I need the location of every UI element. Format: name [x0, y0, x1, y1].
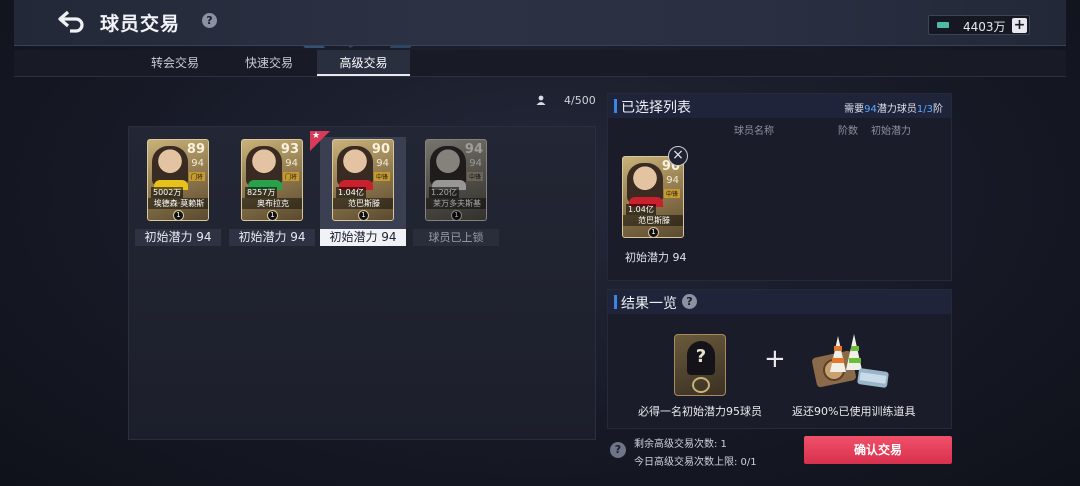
potential-rating: 94	[469, 158, 482, 169]
level-badge: 1	[648, 227, 659, 237]
accent-bar	[614, 99, 617, 113]
player-slot-selected[interactable]: ★ 90 94 中锋 1.04亿 范巴斯滕 1 初始潜力 94	[310, 131, 406, 246]
top-bar: 球员交易 ? 4403万 +	[14, 0, 1066, 46]
roster-count-value: 4/500	[564, 94, 596, 107]
roster-count: 4/500	[536, 94, 596, 107]
position-badge: 中锋	[373, 172, 390, 181]
level-badge: 1	[358, 210, 369, 220]
column-header-potential: 初始潜力	[871, 126, 911, 137]
position-badge: 门将	[188, 172, 205, 181]
help-icon[interactable]: ?	[610, 442, 626, 458]
player-card-holder: 94 94 中锋 1.20亿 莱万多夫斯基 1	[413, 137, 499, 229]
player-value: 5002万	[151, 187, 184, 198]
potential-rating: 94	[285, 158, 298, 169]
overall-rating: 93	[280, 142, 299, 157]
requirement-text: 需要94潜力球员1/3阶	[844, 104, 943, 115]
add-currency-button[interactable]: +	[1012, 18, 1027, 33]
selected-player[interactable]: 90 94 中锋 1.04亿 范巴斯滕 1	[622, 156, 686, 252]
player-slot[interactable]: 89 94 门将 5002万 埃德森·莫赖斯 1 初始潜力 94	[135, 137, 221, 246]
plus-icon: +	[764, 344, 786, 374]
trade-tabs: 转会交易 快速交易 高级交易	[14, 50, 1066, 77]
panel-header: 结果一览 ?	[608, 290, 951, 314]
favorite-star-icon: ★	[310, 131, 330, 151]
player-slot-panel: 89 94 门将 5002万 埃德森·莫赖斯 1 初始潜力 94 93 94 门…	[128, 126, 596, 440]
reward-label: 必得一名初始潜力95球员	[638, 405, 762, 418]
player-card-holder: ★ 90 94 中锋 1.04亿 范巴斯滕 1	[310, 131, 406, 229]
back-arrow-icon[interactable]	[58, 8, 86, 34]
player-name: 范巴斯滕	[623, 215, 683, 226]
remaining-trades-text: 剩余高级交易次数: 1	[634, 439, 727, 450]
player-card[interactable]: 89 94 门将 5002万 埃德森·莫赖斯 1	[147, 139, 209, 221]
mystery-silhouette-icon: ?	[687, 341, 715, 375]
level-badge: 1	[173, 210, 184, 220]
position-badge: 门将	[282, 172, 299, 181]
tab-quick-trade[interactable]: 快速交易	[218, 50, 320, 76]
potential-rating: 94	[191, 158, 204, 169]
player-name: 奥布拉克	[242, 198, 302, 209]
level-badge: 1	[451, 210, 462, 220]
refund-label: 返还90%已使用训练道具	[792, 405, 916, 418]
help-icon[interactable]: ?	[202, 13, 217, 28]
initial-potential-label: 初始潜力 94	[320, 229, 406, 246]
potential-rating: 94	[666, 175, 679, 186]
player-card[interactable]: 90 94 中锋 1.04亿 范巴斯滕 1	[622, 156, 684, 238]
player-name: 范巴斯滕	[333, 198, 393, 209]
initial-potential-label: 初始潜力 94	[229, 229, 315, 246]
overall-rating: 90	[371, 142, 390, 157]
player-name: 埃德森·莫赖斯	[148, 198, 208, 209]
player-card[interactable]: 93 94 门将 8257万 奥布拉克 1	[241, 139, 303, 221]
column-header-stage: 阶数	[838, 126, 858, 137]
player-slot-locked[interactable]: 94 94 中锋 1.20亿 莱万多夫斯基 1 球员已上锁	[413, 137, 499, 246]
tab-advanced-trade[interactable]: 高级交易	[317, 50, 410, 76]
person-icon	[536, 95, 546, 105]
result-title: 结果一览	[621, 296, 677, 312]
selected-list-title: 已选择列表	[621, 100, 691, 116]
confirm-trade-button[interactable]: 确认交易	[804, 436, 952, 464]
result-overview-panel: 结果一览 ? ? + 必得一名初始潜力95球员 返还90%已使用训练道具	[607, 289, 952, 429]
currency-value: 4403万	[963, 20, 1006, 34]
player-value: 1.04亿	[336, 187, 366, 198]
remove-player-button[interactable]: ×	[668, 146, 688, 166]
help-icon[interactable]: ?	[682, 294, 697, 309]
selected-list-panel: 已选择列表 需要94潜力球员1/3阶 球员名称 阶数 初始潜力 90 94 中锋…	[607, 93, 952, 281]
column-header-name: 球员名称	[734, 126, 774, 137]
player-value: 1.04亿	[626, 204, 656, 215]
player-card[interactable]: 90 94 中锋 1.04亿 范巴斯滕 1	[332, 139, 394, 221]
player-value: 1.20亿	[429, 187, 459, 198]
player-name: 莱万多夫斯基	[426, 198, 486, 209]
player-card-holder: 93 94 门将 8257万 奥布拉克 1	[229, 137, 315, 229]
level-badge: 1	[267, 210, 278, 220]
overall-rating: 94	[464, 142, 483, 157]
player-card-holder: 89 94 门将 5002万 埃德森·莫赖斯 1	[135, 137, 221, 229]
locked-status-label: 球员已上锁	[413, 229, 499, 246]
accent-bar	[614, 295, 617, 309]
overall-rating: 89	[186, 142, 205, 157]
daily-limit-text: 今日高级交易次数上限: 0/1	[634, 457, 757, 468]
position-badge: 中锋	[663, 189, 680, 198]
card-emblem-icon	[692, 377, 710, 393]
panel-header: 已选择列表 需要94潜力球员1/3阶	[608, 94, 951, 118]
page-title: 球员交易	[100, 13, 181, 35]
position-badge: 中锋	[466, 172, 483, 181]
player-slot[interactable]: 93 94 门将 8257万 奥布拉克 1 初始潜力 94	[229, 137, 315, 246]
training-items-icon	[812, 334, 889, 388]
player-value: 8257万	[245, 187, 278, 198]
player-card[interactable]: 94 94 中锋 1.20亿 莱万多夫斯基 1	[425, 139, 487, 221]
mystery-player-card: ?	[674, 334, 726, 396]
coin-icon	[937, 22, 949, 28]
tab-transfer-trade[interactable]: 转会交易	[124, 50, 226, 76]
potential-rating: 94	[376, 158, 389, 169]
currency-display: 4403万 +	[928, 15, 1030, 35]
initial-potential-label: 初始潜力 94	[135, 229, 221, 246]
selected-potential-label: 初始潜力 94	[625, 251, 687, 264]
